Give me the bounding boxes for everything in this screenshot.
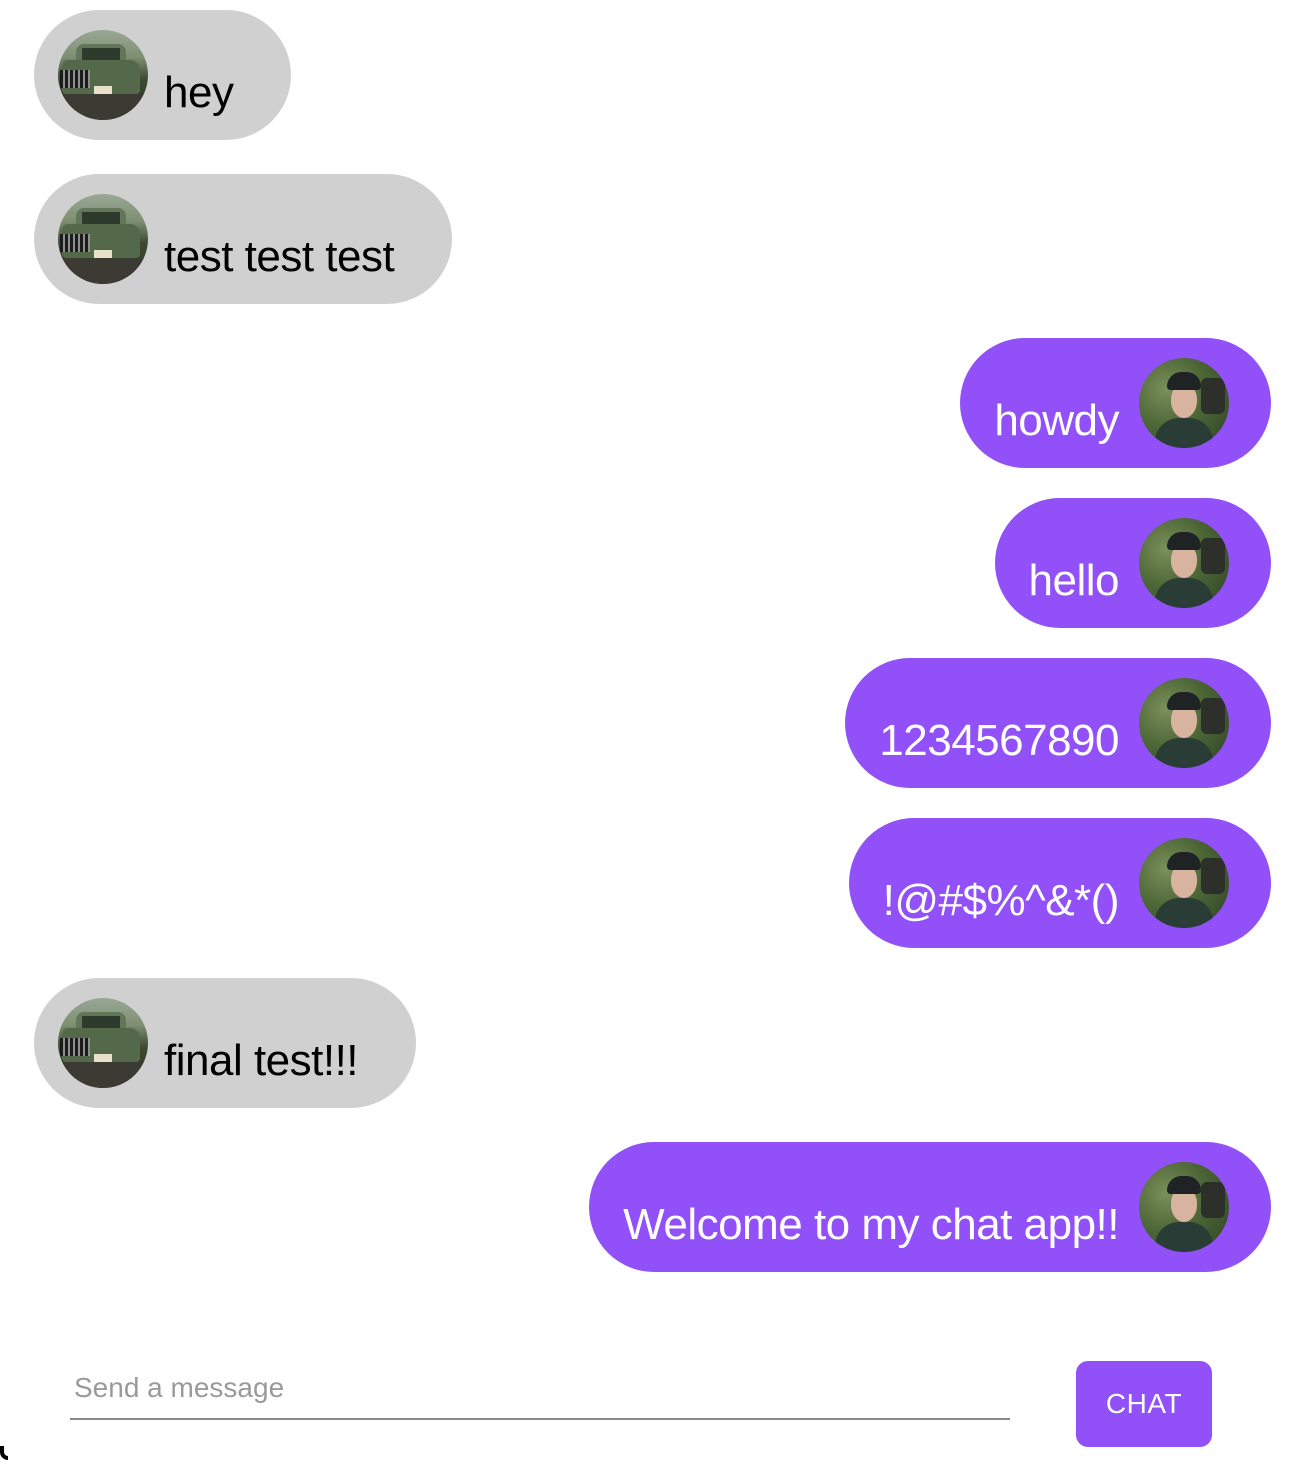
person-avatar	[1139, 838, 1229, 928]
message-text: 1234567890	[879, 716, 1119, 765]
chat-send-button[interactable]: CHAT	[1076, 1361, 1212, 1447]
person-avatar	[1139, 518, 1229, 608]
message-input[interactable]	[70, 1364, 1010, 1420]
person-avatar	[1139, 678, 1229, 768]
truck-avatar	[58, 30, 148, 120]
truck-avatar	[58, 194, 148, 284]
chat-feed: hey test test test howdy hello 123456789…	[0, 0, 1305, 1300]
message-text: hey	[164, 68, 234, 117]
message-text: !@#$%^&*()	[882, 876, 1120, 925]
person-avatar	[1139, 1162, 1229, 1252]
message-received: final test!!!	[34, 978, 417, 1108]
message-text: test test test	[164, 232, 395, 281]
message-sent: hello	[994, 498, 1271, 628]
message-sent: Welcome to my chat app!!	[589, 1142, 1271, 1272]
person-avatar	[1139, 358, 1229, 448]
message-text: howdy	[994, 396, 1119, 445]
message-composer: CHAT	[0, 1340, 1305, 1460]
message-received: test test test	[34, 174, 453, 304]
message-text: final test!!!	[164, 1036, 359, 1085]
truck-avatar	[58, 998, 148, 1088]
message-sent: howdy	[960, 338, 1271, 468]
message-received: hey	[34, 10, 292, 140]
message-sent: !@#$%^&*()	[848, 818, 1271, 948]
message-text: hello	[1028, 556, 1120, 605]
message-sent: 1234567890	[845, 658, 1271, 788]
message-text: Welcome to my chat app!!	[623, 1200, 1119, 1249]
